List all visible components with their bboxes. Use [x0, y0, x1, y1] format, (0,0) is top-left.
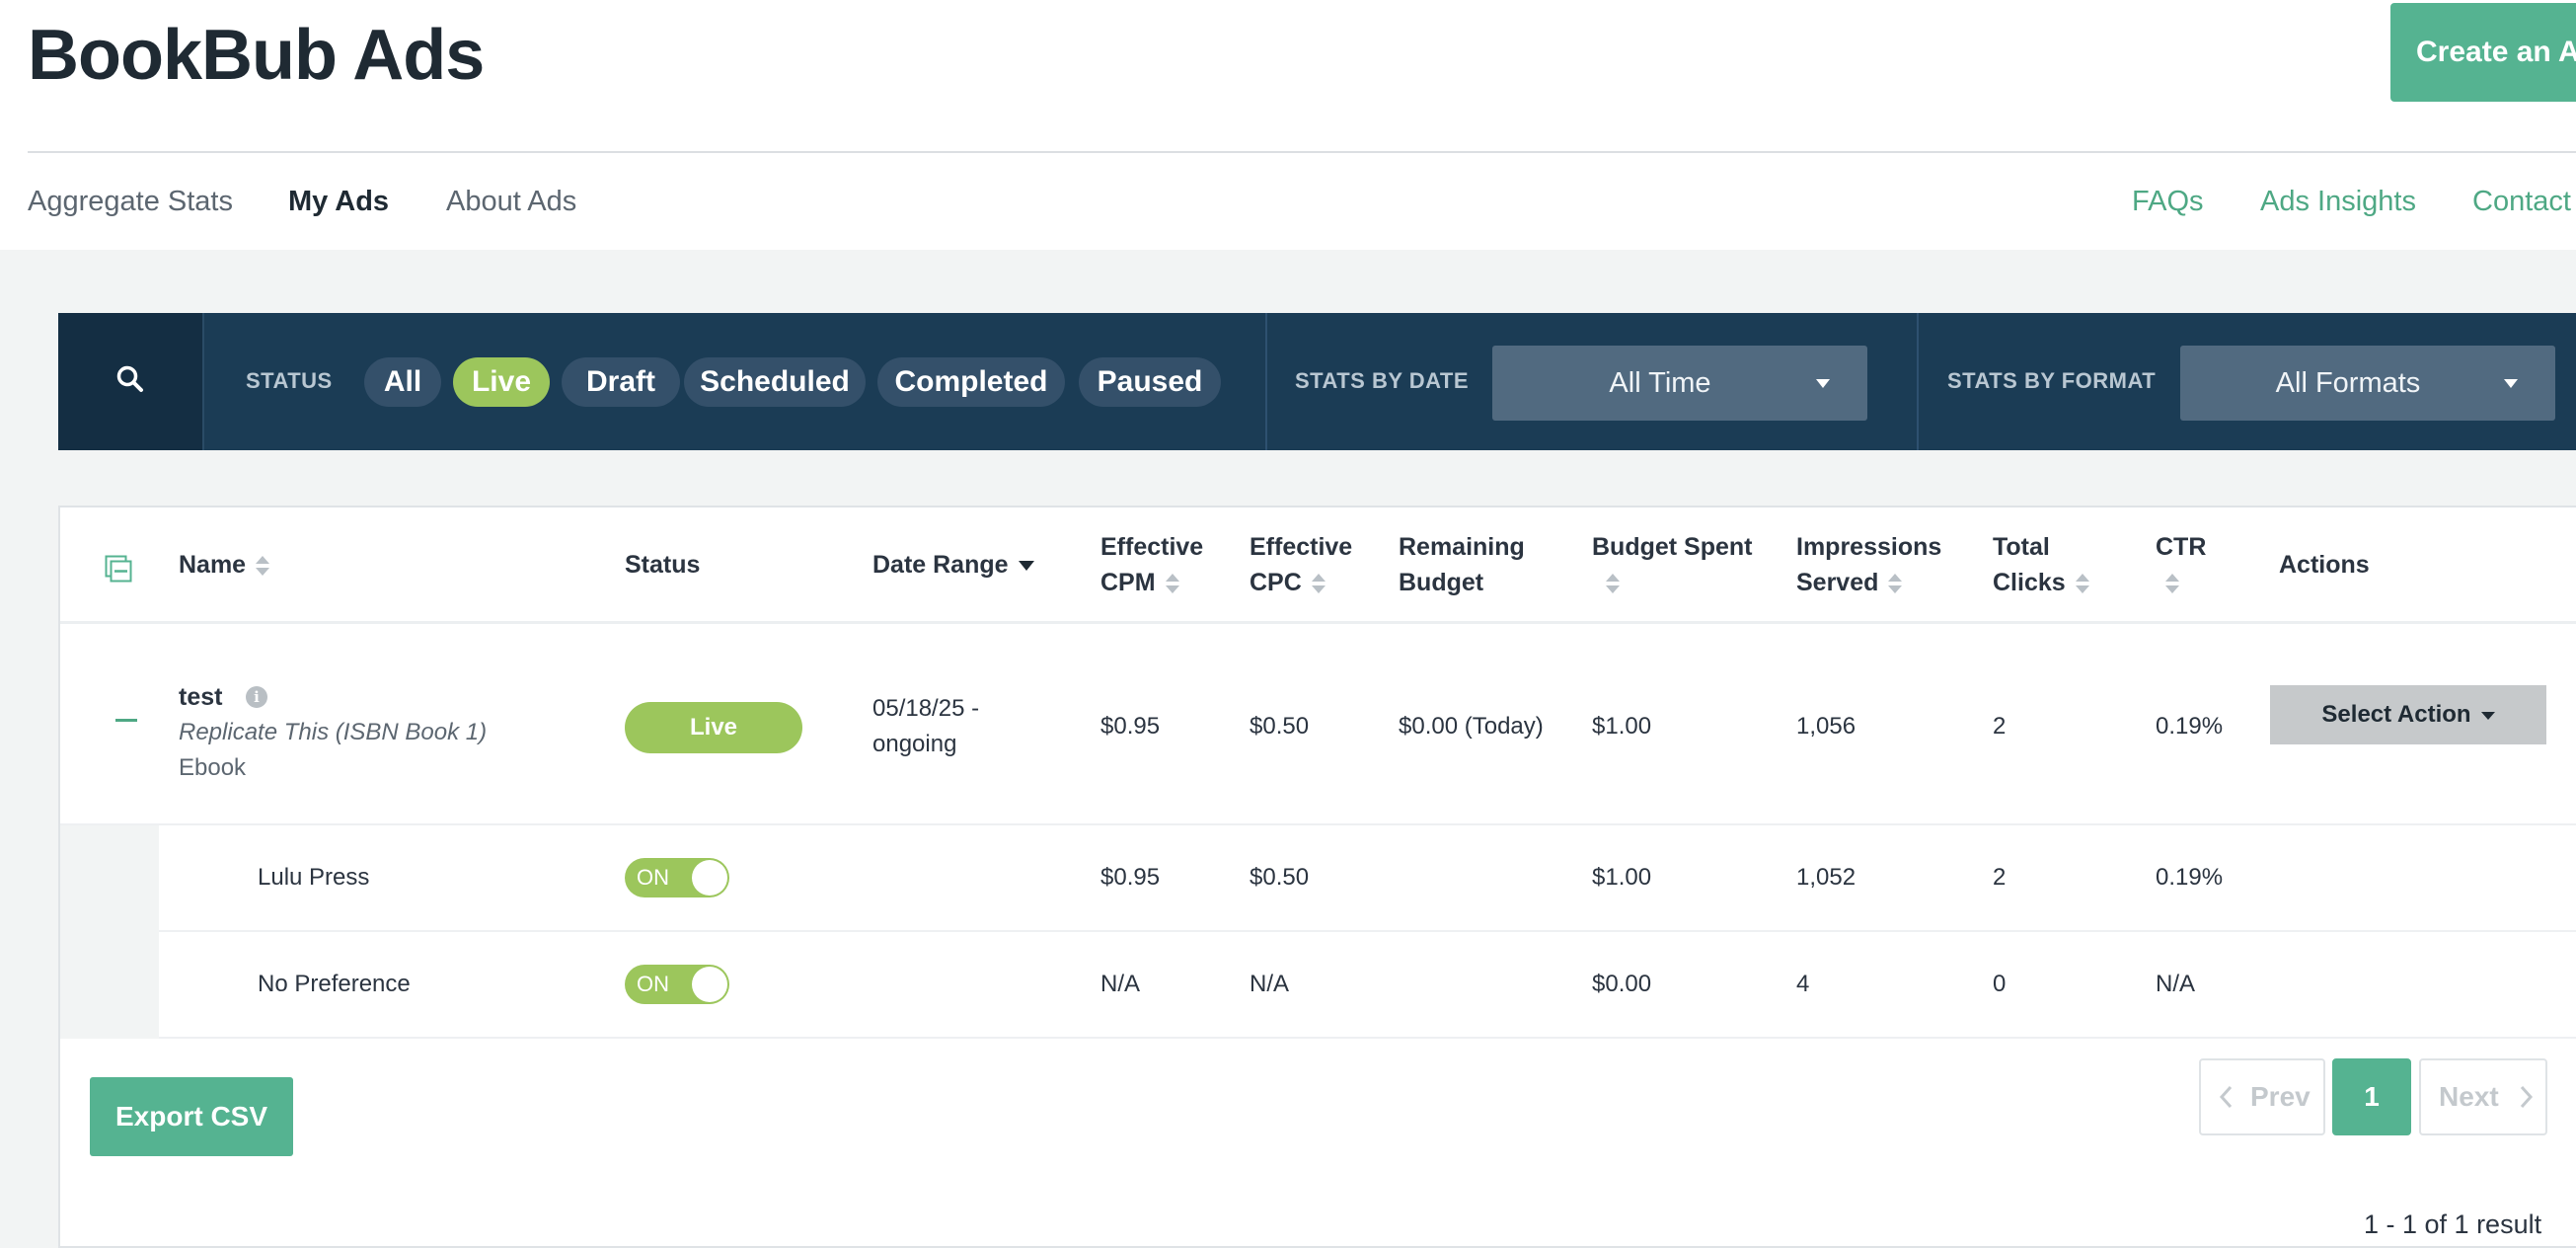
cell-cpm: N/A: [1100, 971, 1141, 997]
col-impressions-served[interactable]: Impressions Served: [1796, 529, 1941, 600]
col-effective-cpc[interactable]: Effective CPC: [1250, 529, 1352, 600]
sub-row-name: Lulu Press: [258, 864, 370, 891]
sub-row-toggle[interactable]: ON: [625, 858, 729, 897]
cell-impressions: 4: [1796, 971, 1810, 997]
toggle-knob: [692, 967, 727, 1002]
create-ad-button[interactable]: Create an Ad: [2390, 3, 2576, 102]
info-icon[interactable]: i: [246, 686, 267, 708]
stats-by-date-value: All Time: [1609, 367, 1711, 399]
table-row: No Preference ON N/A N/A $0.00 4 0 N/A: [159, 932, 2576, 1039]
col-total-clicks[interactable]: Total Clicks: [1993, 529, 2089, 600]
sort-icon: [1606, 573, 1620, 594]
next-page-button[interactable]: Next: [2419, 1058, 2547, 1135]
cell-cpm: $0.95: [1100, 713, 1161, 740]
search-icon: [116, 365, 143, 392]
cell-ctr: 0.19%: [2156, 864, 2224, 891]
caret-down-icon: [2504, 379, 2518, 388]
sub-row-toggle[interactable]: ON: [625, 965, 729, 1004]
col-budget-spent[interactable]: Budget Spent: [1592, 529, 1753, 600]
date-range-end: ongoing: [872, 731, 957, 757]
status-filter-scheduled[interactable]: Scheduled: [684, 357, 866, 407]
ads-table-card: Name Status Date Range Effective CPM Eff…: [58, 506, 2576, 1248]
stats-by-date-label: STATS BY DATE: [1295, 368, 1469, 393]
sub-row-name: No Preference: [258, 971, 411, 997]
table-row: Lulu Press ON $0.95 $0.50 $1.00 1,052 2 …: [159, 825, 2576, 932]
ad-format: Ebook: [179, 754, 247, 781]
nav-ads-insights[interactable]: Ads Insights: [2260, 182, 2416, 221]
nav-contact[interactable]: Contact: [2472, 182, 2571, 221]
sort-icon: [2165, 573, 2179, 594]
stats-by-format-label: STATS BY FORMAT: [1947, 368, 2157, 393]
cell-remaining-budget: $0.00 (Today): [1399, 713, 1544, 740]
collapse-row-icon[interactable]: [115, 719, 137, 722]
col-ctr[interactable]: CTR: [2156, 529, 2206, 600]
stats-by-format-select[interactable]: All Formats: [2180, 346, 2555, 421]
col-status: Status: [625, 551, 701, 579]
date-range-start: 05/18/25 -: [872, 695, 980, 722]
caret-down-icon: [1816, 379, 1830, 388]
brand-title: BookBub Ads: [28, 16, 485, 95]
select-action-dropdown[interactable]: Select Action: [2270, 685, 2546, 744]
status-badge: Live: [625, 702, 802, 753]
chevron-right-icon: [2520, 1085, 2534, 1109]
nav-aggregate-stats[interactable]: Aggregate Stats: [28, 182, 233, 221]
col-date-range[interactable]: Date Range: [872, 547, 1034, 583]
page-header: BookBub Ads Create an Ad Aggregate Stats…: [0, 0, 2576, 250]
cell-cpc: $0.50: [1250, 864, 1310, 891]
filter-bar: STATUS All Live Draft Scheduled Complete…: [58, 313, 2576, 450]
cell-budget-spent: $1.00: [1592, 713, 1652, 740]
cell-budget-spent: $1.00: [1592, 864, 1652, 891]
nav-my-ads[interactable]: My Ads: [288, 182, 389, 221]
cell-cpm: $0.95: [1100, 864, 1161, 891]
cell-cpc: N/A: [1250, 971, 1290, 997]
filter-divider: [1917, 313, 1919, 450]
table-row: test i Replicate This (ISBN Book 1) Eboo…: [60, 624, 2576, 825]
sort-desc-icon: [1018, 561, 1034, 572]
sort-icon: [1165, 573, 1179, 594]
toggle-knob: [692, 860, 727, 896]
cell-impressions: 1,052: [1796, 864, 1856, 891]
col-actions: Actions: [2279, 551, 2370, 579]
sort-icon: [256, 555, 270, 577]
cell-cpc: $0.50: [1250, 713, 1310, 740]
cell-clicks: 2: [1993, 864, 2007, 891]
result-count: 1 - 1 of 1 result: [2364, 1209, 2542, 1239]
sub-row-gutter: [60, 825, 159, 1039]
cell-budget-spent: $0.00: [1592, 971, 1652, 997]
stats-by-date-select[interactable]: All Time: [1492, 346, 1867, 421]
filter-divider: [1265, 313, 1267, 450]
status-filter-draft[interactable]: Draft: [562, 357, 680, 407]
page-number-button[interactable]: 1: [2332, 1058, 2411, 1135]
col-remaining-budget: Remaining Budget: [1399, 533, 1525, 596]
export-csv-button[interactable]: Export CSV: [90, 1077, 293, 1156]
cell-ctr: 0.19%: [2156, 713, 2224, 740]
select-all-checkbox-icon[interactable]: [105, 555, 132, 583]
table-header: Name Status Date Range Effective CPM Eff…: [60, 507, 2576, 624]
cell-clicks: 2: [1993, 713, 2007, 740]
cell-ctr: N/A: [2156, 971, 2196, 997]
sort-icon: [1311, 573, 1326, 594]
caret-down-icon: [2480, 711, 2495, 720]
ad-name[interactable]: test: [179, 679, 222, 715]
col-effective-cpm[interactable]: Effective CPM: [1100, 529, 1203, 600]
sort-icon: [2075, 573, 2089, 594]
chevron-left-icon: [2219, 1085, 2233, 1109]
nav-faqs[interactable]: FAQs: [2132, 182, 2204, 221]
status-filter-all[interactable]: All: [364, 357, 441, 407]
cell-impressions: 1,056: [1796, 713, 1856, 740]
header-divider: [28, 151, 2576, 153]
stats-by-format-value: All Formats: [2275, 367, 2421, 399]
status-filter-live[interactable]: Live: [453, 357, 550, 407]
cell-clicks: 0: [1993, 971, 2007, 997]
ad-book-title: Replicate This (ISBN Book 1): [179, 719, 488, 745]
prev-page-button[interactable]: Prev: [2199, 1058, 2325, 1135]
status-filter-completed[interactable]: Completed: [877, 357, 1065, 407]
sort-icon: [1888, 573, 1903, 594]
status-filter-label: STATUS: [246, 368, 333, 393]
status-filter-paused[interactable]: Paused: [1079, 357, 1221, 407]
nav-about-ads[interactable]: About Ads: [446, 182, 576, 221]
col-name[interactable]: Name: [179, 547, 270, 583]
search-button[interactable]: [58, 313, 204, 450]
